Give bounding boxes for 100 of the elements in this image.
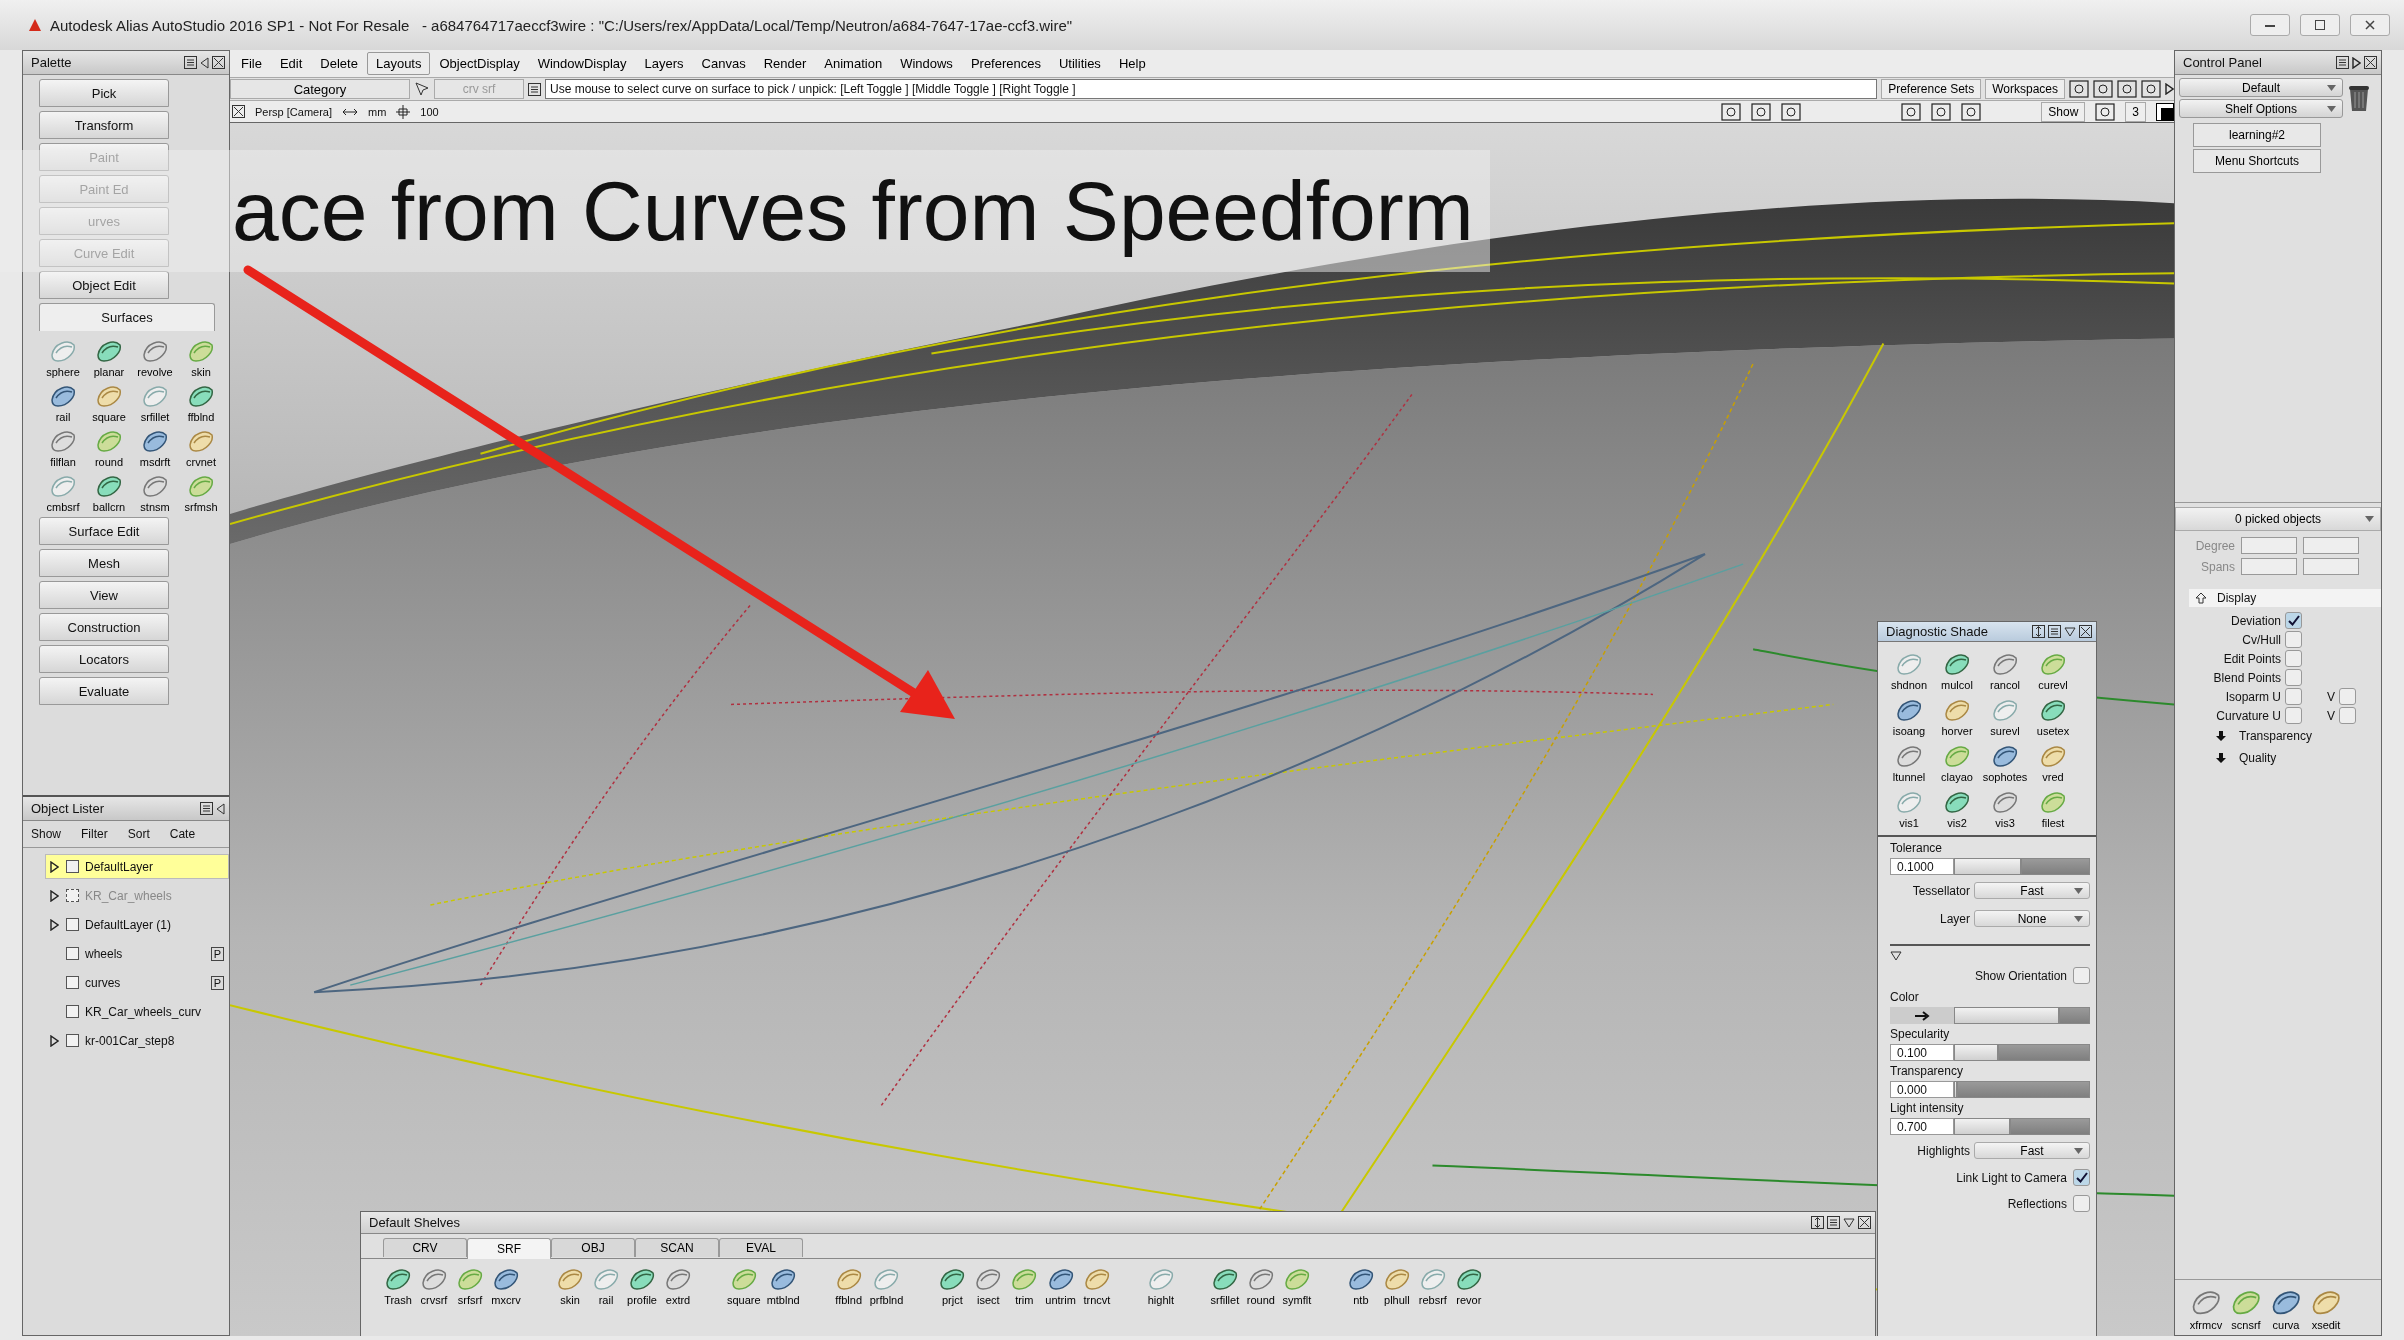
checkbox[interactable] <box>2285 707 2302 724</box>
menu-item[interactable]: ObjectDisplay <box>430 52 529 75</box>
tool-button[interactable]: trncvt <box>1081 1263 1112 1306</box>
tool-button[interactable]: trim <box>1009 1263 1040 1306</box>
close-icon[interactable] <box>232 105 245 118</box>
shelf-tab[interactable]: SRF <box>467 1238 551 1259</box>
tool-button[interactable]: mxcrv <box>491 1263 521 1306</box>
menu-item[interactable]: Layouts <box>366 52 431 75</box>
menu-icon[interactable] <box>1827 1216 1840 1229</box>
dropdown[interactable]: Fast <box>1974 882 2090 899</box>
tool-button[interactable]: crvnet <box>179 425 223 468</box>
layout-icon[interactable] <box>2156 102 2174 121</box>
tool-button[interactable]: square <box>727 1263 761 1306</box>
tool-button[interactable]: xfrmcv <box>2189 1284 2223 1331</box>
tool-button[interactable]: plhull <box>1381 1263 1412 1306</box>
shelf-tab[interactable]: EVAL <box>719 1238 803 1257</box>
checkbox[interactable] <box>2285 688 2302 705</box>
tool-button[interactable]: round <box>1245 1263 1276 1306</box>
slider-fill[interactable] <box>1955 859 2022 874</box>
value-field[interactable]: 0.100 <box>1890 1044 1954 1061</box>
checkbox[interactable] <box>66 1034 79 1047</box>
shelf-tab[interactable]: OBJ <box>551 1238 635 1257</box>
tool-button[interactable]: Trash <box>383 1263 413 1306</box>
menu-item[interactable]: Windows <box>891 52 962 75</box>
tool-button[interactable]: crvsrf <box>419 1263 449 1306</box>
shade-mode-button[interactable]: shdnon <box>1886 648 1932 691</box>
close-icon[interactable] <box>2364 56 2377 69</box>
shade-mode-button[interactable]: rancol <box>1982 648 2028 691</box>
menu-item[interactable]: Cate <box>169 827 196 841</box>
checkbox[interactable] <box>2285 631 2302 648</box>
shade-mode-button[interactable]: curevl <box>2030 648 2076 691</box>
tool-button[interactable]: profile <box>627 1263 657 1306</box>
spans-field[interactable] <box>2241 558 2297 575</box>
menu-item[interactable]: Animation <box>815 52 892 75</box>
menu-item[interactable]: Render <box>754 52 816 75</box>
tool-button[interactable]: sphere <box>41 335 85 378</box>
menu-item[interactable]: Layers <box>635 52 693 75</box>
workspaces-button[interactable]: Workspaces <box>1985 79 2065 99</box>
menu-icon[interactable] <box>184 56 197 69</box>
dropdown[interactable]: Fast <box>1974 1142 2090 1159</box>
layer-flag[interactable]: P <box>210 975 224 990</box>
tool-button[interactable]: prjct <box>937 1263 968 1306</box>
show-button[interactable]: Show <box>2041 101 2086 122</box>
menu-item[interactable]: WindowDisplay <box>528 52 636 75</box>
checkbox[interactable] <box>66 1005 79 1018</box>
tool-button[interactable]: ntb <box>1345 1263 1376 1306</box>
slider-fill[interactable] <box>1955 1045 2000 1060</box>
collapse-icon[interactable] <box>200 56 209 69</box>
shelf-tab[interactable]: learning#2 <box>2193 123 2321 147</box>
tool-button[interactable]: filflan <box>41 425 85 468</box>
checkbox[interactable] <box>2285 650 2302 667</box>
tool-button[interactable]: highlt <box>1145 1263 1176 1306</box>
expand-icon[interactable] <box>2215 730 2227 742</box>
expand-icon[interactable] <box>2215 752 2227 764</box>
list-item[interactable]: DefaultLayer (1) <box>45 912 229 937</box>
preference-sets-button[interactable]: Preference Sets <box>1881 79 1982 99</box>
menu-item[interactable]: Preferences <box>961 52 1050 75</box>
menu-item[interactable]: Sort <box>127 827 150 841</box>
checkbox[interactable] <box>2073 1169 2090 1186</box>
tool-button[interactable]: cmbsrf <box>41 470 85 513</box>
tool-button[interactable]: planar <box>87 335 131 378</box>
collapse-icon[interactable] <box>2352 56 2361 69</box>
shade-mode-button[interactable]: clayao <box>1934 740 1980 783</box>
list-item[interactable]: wheels P <box>45 941 229 966</box>
menu-icon[interactable] <box>2048 625 2061 638</box>
menu-item[interactable]: Utilities <box>1049 52 1110 75</box>
tool-button[interactable]: revolve <box>133 335 177 378</box>
menu-item[interactable]: Filter <box>81 827 108 841</box>
section-title[interactable]: Quality <box>2239 751 2277 765</box>
category-button[interactable]: Category <box>230 79 410 99</box>
preset-dropdown[interactable]: Default <box>2179 78 2343 97</box>
menu-item[interactable]: Edit <box>270 52 312 75</box>
tool-button[interactable]: square <box>87 380 131 423</box>
expand-icon[interactable] <box>50 918 59 931</box>
layout-count-button[interactable]: 3 <box>2125 101 2146 122</box>
shade-mode-button[interactable]: isoang <box>1886 694 1932 737</box>
tool-button[interactable]: extrd <box>663 1263 693 1306</box>
checkbox[interactable] <box>66 860 79 873</box>
menu-item[interactable]: Help <box>1109 52 1155 75</box>
shelf-tab[interactable]: CRV <box>383 1238 467 1257</box>
tool-button[interactable]: ffblnd <box>833 1263 864 1306</box>
tool-button[interactable]: srfillet <box>1209 1263 1240 1306</box>
checkbox[interactable] <box>66 889 79 902</box>
tool-button[interactable]: stnsm <box>133 470 177 513</box>
tool-button[interactable]: round <box>87 425 131 468</box>
menu-item[interactable]: Canvas <box>692 52 755 75</box>
shade-mode-button[interactable]: mulcol <box>1934 648 1980 691</box>
tool-button[interactable]: ffblnd <box>179 380 223 423</box>
palette-tab[interactable]: Evaluate <box>39 677 169 705</box>
shelf-options-dropdown[interactable]: Shelf Options <box>2179 99 2343 118</box>
checkbox[interactable] <box>66 976 79 989</box>
menu-item[interactable]: File <box>232 52 271 75</box>
shade-mode-button[interactable]: vis2 <box>1934 786 1980 829</box>
tool-button[interactable]: symflt <box>1281 1263 1312 1306</box>
tool-button[interactable]: scnsrf <box>2229 1284 2263 1331</box>
close-button[interactable] <box>2350 14 2390 36</box>
close-icon[interactable] <box>2079 625 2092 638</box>
tool-button[interactable]: srfillet <box>133 380 177 423</box>
shade-mode-button[interactable]: vis3 <box>1982 786 2028 829</box>
tool-button[interactable]: untrim <box>1045 1263 1076 1306</box>
